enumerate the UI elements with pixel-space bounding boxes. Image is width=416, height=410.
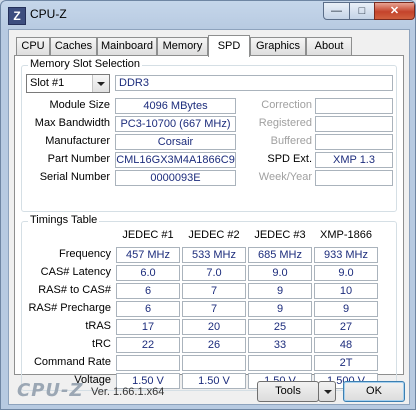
ok-button[interactable]: OK <box>343 381 405 402</box>
week-year-value <box>315 170 393 186</box>
col-jedec2: JEDEC #2 <box>188 229 240 241</box>
timing-cell <box>182 355 246 371</box>
col-jedec1: JEDEC #1 <box>122 229 174 241</box>
timing-cell: 22 <box>116 337 180 353</box>
row-label-frequency: Frequency <box>59 248 111 260</box>
registered-label: Registered <box>258 117 312 129</box>
timing-cell: 9 <box>248 301 312 317</box>
memory-slot-group-title: Memory Slot Selection <box>28 58 143 70</box>
week-year-label: Week/Year <box>258 171 312 183</box>
cpu-z-app-icon: Z <box>8 7 26 25</box>
buffered-label: Buffered <box>270 135 312 147</box>
cpu-z-logo: CPU-Z <box>17 380 84 401</box>
client-area: CPU Caches Mainboard Memory SPD Graphics… <box>8 29 410 405</box>
timing-cell: 10 <box>314 283 378 299</box>
timing-cell: 17 <box>116 319 180 335</box>
tab-memory[interactable]: Memory <box>157 37 208 55</box>
timing-cell: 20 <box>182 319 246 335</box>
timing-cell: 2T <box>314 355 378 371</box>
app-window: Z CPU-Z — □ ✕ CPU Caches Mainboard Memor… <box>0 0 416 410</box>
timing-cell: 933 MHz <box>314 247 378 263</box>
title-bar[interactable]: Z CPU-Z — □ ✕ <box>1 1 415 29</box>
tools-button[interactable]: Tools <box>257 381 319 402</box>
timing-cell: 7 <box>182 301 246 317</box>
timing-cell: 9.0 <box>314 265 378 281</box>
timing-cell: 457 MHz <box>116 247 180 263</box>
timing-cell: 6.0 <box>116 265 180 281</box>
timing-cell: 48 <box>314 337 378 353</box>
timing-cell <box>116 355 180 371</box>
timings-group-title: Timings Table <box>28 214 100 226</box>
timing-cell: 685 MHz <box>248 247 312 263</box>
spd-ext-value: XMP 1.3 <box>315 152 393 168</box>
row-label-ras-precharge: RAS# Precharge <box>28 302 111 314</box>
memory-slot-group: Memory Slot Selection Slot #1 DDR3 Modul… <box>21 58 397 212</box>
spd-ext-label: SPD Ext. <box>267 153 312 165</box>
row-label-tras: tRAS <box>85 320 111 332</box>
tab-caches[interactable]: Caches <box>50 37 97 55</box>
module-size-value: 4096 MBytes <box>115 98 236 114</box>
serial-number-value: 0000093E <box>115 170 236 186</box>
timing-cell: 6 <box>116 301 180 317</box>
module-size-label: Module Size <box>49 99 110 111</box>
timing-cell: 9 <box>248 283 312 299</box>
part-number-label: Part Number <box>47 153 110 165</box>
minimize-button[interactable]: — <box>323 2 350 20</box>
slot-select-value: Slot #1 <box>30 77 65 89</box>
manufacturer-value: Corsair <box>115 134 236 150</box>
correction-value <box>315 98 393 114</box>
tools-dropdown-chevron-icon[interactable] <box>318 381 336 402</box>
max-bandwidth-label: Max Bandwidth <box>34 117 110 129</box>
timing-cell: 7 <box>182 283 246 299</box>
timing-cell: 33 <box>248 337 312 353</box>
part-number-value: CML16GX3M4A1866C9 <box>115 152 236 168</box>
timing-cell <box>248 355 312 371</box>
registered-value <box>315 116 393 132</box>
timing-cell: 27 <box>314 319 378 335</box>
tab-cpu[interactable]: CPU <box>16 37 50 55</box>
max-bandwidth-value: PC3-10700 (667 MHz) <box>115 116 236 132</box>
timing-cell: 25 <box>248 319 312 335</box>
timing-cell: 7.0 <box>182 265 246 281</box>
timing-cell: 9 <box>314 301 378 317</box>
col-xmp1866: XMP-1866 <box>320 229 372 241</box>
row-label-cas-latency: CAS# Latency <box>40 266 111 278</box>
version-text: Ver. 1.66.1.x64 <box>91 386 165 398</box>
tab-mainboard[interactable]: Mainboard <box>97 37 157 55</box>
window-title: CPU-Z <box>30 7 67 21</box>
timing-cell: 26 <box>182 337 246 353</box>
manufacturer-label: Manufacturer <box>45 135 110 147</box>
buffered-value <box>315 134 393 150</box>
slot-select[interactable]: Slot #1 <box>26 74 110 93</box>
tab-about[interactable]: About <box>306 37 352 55</box>
serial-number-label: Serial Number <box>39 171 110 183</box>
timing-cell: 533 MHz <box>182 247 246 263</box>
row-label-command-rate: Command Rate <box>33 356 111 368</box>
tab-graphics[interactable]: Graphics <box>250 37 306 55</box>
row-label-trc: tRC <box>92 338 111 350</box>
tab-spd[interactable]: SPD <box>208 35 250 57</box>
memory-type-value: DDR3 <box>115 75 393 91</box>
chevron-down-icon[interactable] <box>92 75 109 92</box>
timings-group: Timings Table JEDEC #1 JEDEC #2 JEDEC #3… <box>21 214 397 391</box>
maximize-button[interactable]: □ <box>349 2 375 20</box>
timing-cell: 1.50 V <box>182 373 246 389</box>
col-jedec3: JEDEC #3 <box>254 229 306 241</box>
timing-cell: 9.0 <box>248 265 312 281</box>
timing-cell: 6 <box>116 283 180 299</box>
row-label-ras-to-cas: RAS# to CAS# <box>38 284 111 296</box>
spd-tab-panel: Memory Slot Selection Slot #1 DDR3 Modul… <box>14 55 404 391</box>
correction-label: Correction <box>261 99 312 111</box>
close-button[interactable]: ✕ <box>374 2 415 20</box>
